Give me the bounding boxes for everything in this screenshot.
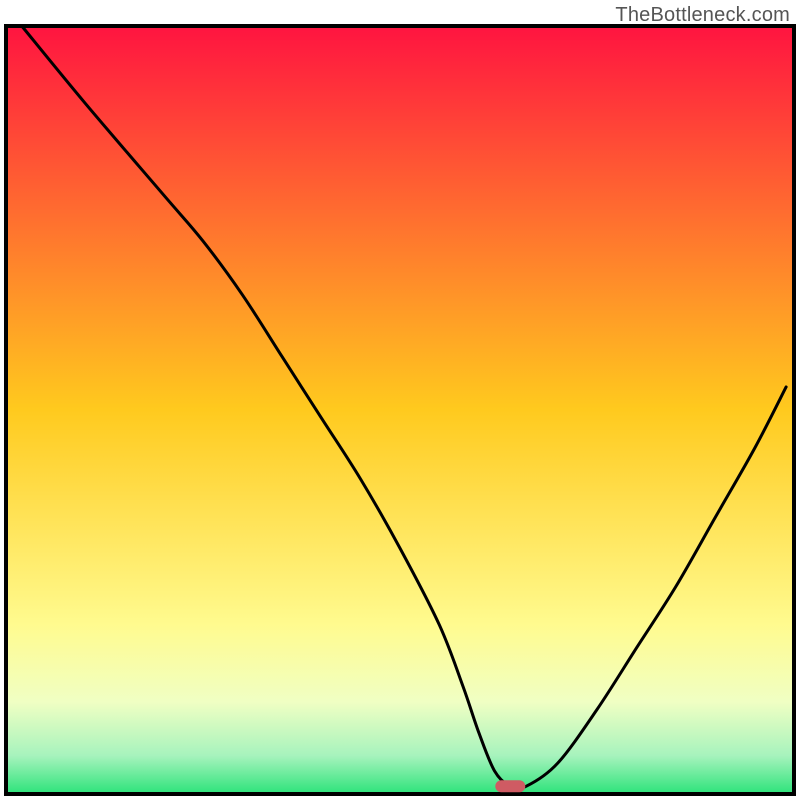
chart-canvas: TheBottleneck.com xyxy=(0,0,800,800)
chart-svg xyxy=(0,0,800,800)
optimum-marker xyxy=(495,780,525,792)
plot-background xyxy=(6,26,794,794)
watermark-text: TheBottleneck.com xyxy=(615,4,790,27)
